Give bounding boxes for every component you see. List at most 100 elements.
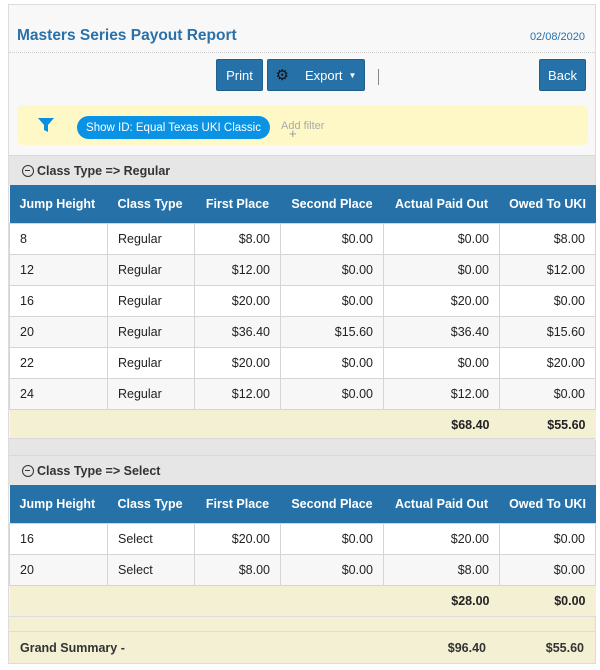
toolbar: Print ⚙ Export ▼ Back	[9, 53, 595, 95]
group-header-regular[interactable]: Class Type => Regular	[9, 155, 595, 185]
summary-actual-paid-out: $28.00	[383, 584, 500, 617]
cell-actual-paid-out: $20.00	[383, 522, 500, 555]
table-row: 22 Regular $20.00 $0.00 $0.00 $20.00	[9, 346, 596, 379]
cell-owed-to-uki: $0.00	[499, 377, 596, 410]
summary-empty-cell	[107, 408, 195, 441]
grand-spacer	[9, 616, 595, 631]
grand-owed-to-uki: $55.60	[545, 641, 584, 655]
column-header-second-place[interactable]: Second Place	[280, 485, 384, 523]
group-summary-row: $68.40 $55.60	[9, 408, 596, 441]
table-row: 24 Regular $12.00 $0.00 $12.00 $0.00	[9, 377, 596, 410]
cell-owed-to-uki: $0.00	[499, 553, 596, 586]
column-header-first-place[interactable]: First Place	[194, 485, 281, 523]
caret-down-icon: ▼	[348, 70, 357, 80]
cell-class-type: Select	[107, 522, 195, 555]
table-row: 16 Regular $20.00 $0.00 $20.00 $0.00	[9, 284, 596, 317]
column-header-first-place[interactable]: First Place	[194, 185, 281, 223]
table-row: 16 Select $20.00 $0.00 $20.00 $0.00	[9, 522, 596, 555]
export-button[interactable]: ⚙ Export ▼	[267, 59, 365, 91]
cell-second-place: $0.00	[280, 253, 384, 286]
export-label: Export	[304, 67, 343, 83]
grand-summary-row: Grand Summary - $96.40 $55.60	[9, 631, 595, 663]
summary-owed-to-uki: $55.60	[499, 408, 596, 441]
table-header-row: Jump Height Class Type First Place Second P…	[9, 485, 596, 523]
report-panel: Masters Series Payout Report 02/08/2020 …	[8, 4, 596, 664]
column-header-actual-paid-out[interactable]: Actual Paid Out	[383, 485, 500, 523]
column-header-actual-paid-out[interactable]: Actual Paid Out	[383, 185, 500, 223]
table-row: 20 Select $8.00 $0.00 $8.00 $0.00	[9, 553, 596, 586]
cell-actual-paid-out: $20.00	[383, 284, 500, 317]
filter-chip[interactable]: Show ID: Equal Texas UKI Classic	[77, 116, 270, 139]
cell-first-place: $8.00	[194, 222, 281, 255]
summary-empty-cell	[194, 408, 281, 441]
column-header-jump-height[interactable]: Jump Height	[9, 485, 108, 523]
cell-class-type: Regular	[107, 253, 195, 286]
summary-empty-cell	[9, 584, 108, 617]
summary-owed-to-uki: $0.00	[499, 584, 596, 617]
cell-jump-height: 12	[9, 253, 108, 286]
filter-bar: Show ID: Equal Texas UKI Classic Add fil…	[17, 105, 588, 145]
cell-actual-paid-out: $36.40	[383, 315, 500, 348]
collapse-icon[interactable]	[22, 464, 34, 477]
cell-first-place: $36.40	[194, 315, 281, 348]
cell-class-type: Select	[107, 553, 195, 586]
cell-first-place: $20.00	[194, 284, 281, 317]
cell-second-place: $0.00	[280, 553, 384, 586]
cell-jump-height: 16	[9, 522, 108, 555]
cell-first-place: $12.00	[194, 253, 281, 286]
table-row: 12 Regular $12.00 $0.00 $0.00 $12.00	[9, 253, 596, 286]
plus-icon: +	[289, 126, 297, 141]
column-header-class-type[interactable]: Class Type	[107, 485, 195, 523]
group-spacer	[9, 438, 595, 455]
cell-actual-paid-out: $0.00	[383, 346, 500, 379]
back-button[interactable]: Back	[539, 59, 586, 91]
summary-empty-cell	[107, 584, 195, 617]
select-table: Jump Height Class Type First Place Second P…	[9, 485, 596, 617]
cell-owed-to-uki: $0.00	[499, 522, 596, 555]
cell-jump-height: 20	[9, 315, 108, 348]
cell-second-place: $0.00	[280, 522, 384, 555]
add-filter-label: Add filter	[281, 120, 325, 132]
summary-empty-cell	[280, 408, 384, 441]
cell-jump-height: 8	[9, 222, 108, 255]
cell-class-type: Regular	[107, 284, 195, 317]
title-bar: Masters Series Payout Report 02/08/2020	[9, 5, 595, 53]
group-header-select[interactable]: Class Type => Select	[9, 455, 595, 485]
cell-actual-paid-out: $12.00	[383, 377, 500, 410]
summary-actual-paid-out: $68.40	[383, 408, 500, 441]
cell-owed-to-uki: $15.60	[499, 315, 596, 348]
column-header-owed-to-uki[interactable]: Owed To UKI	[499, 485, 596, 523]
collapse-icon[interactable]	[22, 164, 34, 177]
grand-summary-label: Grand Summary -	[20, 641, 125, 655]
cell-owed-to-uki: $12.00	[499, 253, 596, 286]
column-header-owed-to-uki[interactable]: Owed To UKI	[499, 185, 596, 223]
cell-class-type: Regular	[107, 222, 195, 255]
cell-class-type: Regular	[107, 346, 195, 379]
summary-empty-cell	[9, 408, 108, 441]
print-button[interactable]: Print	[216, 59, 263, 91]
cell-first-place: $20.00	[194, 346, 281, 379]
add-filter-button[interactable]: Add filter +	[281, 120, 325, 141]
group-header-label: Class Type => Select	[37, 463, 161, 478]
column-header-class-type[interactable]: Class Type	[107, 185, 195, 223]
page-title: Masters Series Payout Report	[17, 27, 237, 44]
column-header-jump-height[interactable]: Jump Height	[9, 185, 108, 223]
column-header-second-place[interactable]: Second Place	[280, 185, 384, 223]
cell-first-place: $12.00	[194, 377, 281, 410]
cell-first-place: $8.00	[194, 553, 281, 586]
cell-second-place: $0.00	[280, 284, 384, 317]
filter-chip-label: Show ID: Equal Texas UKI Classic	[86, 121, 261, 134]
table-header-row: Jump Height Class Type First Place Second P…	[9, 185, 596, 223]
cell-actual-paid-out: $8.00	[383, 553, 500, 586]
print-label: Print	[226, 67, 253, 83]
summary-empty-cell	[280, 584, 384, 617]
report-date: 02/08/2020	[529, 31, 585, 43]
cell-first-place: $20.00	[194, 522, 281, 555]
cell-jump-height: 24	[9, 377, 108, 410]
filter-icon[interactable]	[37, 116, 55, 134]
cell-class-type: Regular	[107, 315, 195, 348]
cell-actual-paid-out: $0.00	[383, 222, 500, 255]
cell-owed-to-uki: $8.00	[499, 222, 596, 255]
regular-table: Jump Height Class Type First Place Second P…	[9, 185, 596, 441]
grand-actual-paid-out: $96.40	[447, 641, 486, 655]
